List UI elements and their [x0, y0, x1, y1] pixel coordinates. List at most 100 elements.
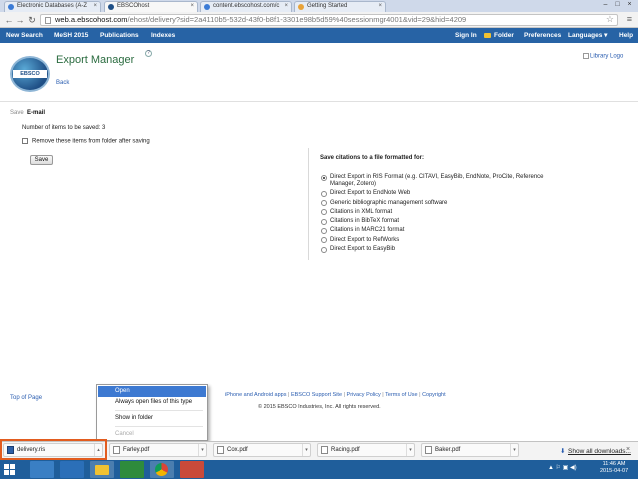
- format-option-label: Direct Export to EasyBib: [330, 246, 396, 253]
- url-host: web.a.ebscohost.com: [55, 15, 128, 24]
- nav-new-search[interactable]: New Search: [6, 28, 43, 43]
- windows-taskbar: [0, 460, 638, 479]
- remove-items-checkbox[interactable]: [22, 138, 28, 144]
- nav-publications[interactable]: Publications: [100, 28, 139, 43]
- format-option-label: Direct Export to RefWorks: [330, 236, 400, 243]
- tab-label: EBSCOhost: [117, 3, 150, 9]
- chevron-down-icon[interactable]: ▾: [198, 444, 206, 456]
- format-option-endnote-web[interactable]: Direct Export to EndNote Web: [320, 190, 555, 197]
- format-radio[interactable]: [321, 227, 327, 234]
- file-icon: [321, 446, 328, 454]
- menu-item-always-open[interactable]: Always open files of this type: [98, 397, 206, 408]
- format-option-label: Generic bibliographic management softwar…: [330, 199, 448, 206]
- close-tab-icon[interactable]: ×: [93, 2, 97, 11]
- format-option-label: Citations in BibTeX format: [330, 218, 400, 225]
- remove-items-option[interactable]: Remove these items from folder after sav…: [22, 138, 150, 145]
- excel-taskbar-icon[interactable]: [120, 461, 144, 478]
- nav-mesh-2015[interactable]: MeSH 2015: [54, 28, 88, 43]
- close-tab-icon[interactable]: ×: [284, 2, 288, 11]
- format-radio[interactable]: [321, 218, 327, 225]
- show-all-downloads-link[interactable]: ⬇ Show all downloads...: [560, 447, 631, 455]
- menu-separator: [115, 426, 203, 427]
- browser-menu-icon[interactable]: ≡: [627, 14, 632, 24]
- chevron-down-icon[interactable]: ▾: [302, 444, 310, 456]
- address-bar[interactable]: web.a.ebscohost.com/ehost/delivery?sid=2…: [40, 14, 618, 26]
- chevron-down-icon[interactable]: ▾: [406, 444, 414, 456]
- chevron-down-icon: ▾: [604, 32, 608, 39]
- close-tab-icon[interactable]: ×: [378, 2, 382, 11]
- tab-label: content.ebscohost.com/c: [213, 3, 280, 9]
- download-filename: Racing.pdf: [331, 447, 360, 453]
- preferences-link[interactable]: Preferences: [524, 28, 561, 43]
- items-count-text: Number of items to be saved: 3: [22, 125, 106, 131]
- sign-in-link[interactable]: Sign In: [455, 28, 477, 43]
- chevron-down-icon[interactable]: ▾: [510, 444, 518, 456]
- forward-arrow-icon[interactable]: →: [14, 14, 26, 26]
- tab-save[interactable]: Save: [10, 110, 24, 116]
- browser-tab-ebscohost[interactable]: EBSCOhost ×: [104, 1, 198, 12]
- format-radio[interactable]: [321, 246, 327, 253]
- footer-link-copyright[interactable]: Copyright: [422, 392, 446, 398]
- top-of-page-link[interactable]: Top of Page: [10, 395, 42, 401]
- download-item-baker[interactable]: Baker.pdf ▾: [421, 443, 519, 457]
- bookmark-star-icon[interactable]: ☆: [606, 14, 614, 25]
- reload-icon[interactable]: ↻: [26, 14, 38, 26]
- save-button[interactable]: Save: [30, 155, 53, 165]
- folder-taskbar-icon[interactable]: [90, 461, 114, 478]
- format-radio[interactable]: [321, 237, 327, 244]
- format-radio[interactable]: [321, 200, 327, 207]
- browser-tab-strip: Electronic Databases (A-Z × EBSCOhost × …: [0, 0, 638, 12]
- panel-divider: [308, 148, 309, 260]
- app-taskbar-icon[interactable]: [180, 461, 204, 478]
- file-explorer-taskbar-icon[interactable]: [30, 461, 54, 478]
- footer-link-support[interactable]: EBSCO Support Site: [291, 392, 342, 398]
- folder-link[interactable]: Folder: [484, 28, 514, 43]
- browser-tab-getting-started[interactable]: Getting Started ×: [294, 1, 386, 12]
- format-radio[interactable]: [321, 174, 327, 181]
- format-option-easybib[interactable]: Direct Export to EasyBib: [320, 246, 555, 253]
- web-page-icon: [204, 4, 210, 10]
- close-window-icon[interactable]: ×: [624, 0, 635, 9]
- format-radio[interactable]: [321, 190, 327, 197]
- format-option-marc21[interactable]: Citations in MARC21 format: [320, 227, 555, 234]
- format-option-ris[interactable]: Direct Export in RIS Format (e.g. CITAVI…: [320, 174, 555, 188]
- maximize-window-icon[interactable]: □: [612, 0, 623, 9]
- file-icon: [217, 446, 224, 454]
- minimize-window-icon[interactable]: –: [600, 0, 611, 9]
- format-option-label: Citations in MARC21 format: [330, 227, 405, 234]
- nav-indexes[interactable]: Indexes: [151, 28, 175, 43]
- format-option-generic[interactable]: Generic bibliographic management softwar…: [320, 200, 555, 207]
- windows-start-icon[interactable]: [4, 464, 16, 475]
- help-link[interactable]: Help: [619, 28, 633, 43]
- browser-tab-electronic-databases[interactable]: Electronic Databases (A-Z ×: [4, 1, 101, 12]
- footer-link-apps[interactable]: iPhone and Android apps: [225, 392, 286, 398]
- close-tab-icon[interactable]: ×: [190, 2, 194, 11]
- ie-taskbar-icon[interactable]: [60, 461, 84, 478]
- tab-email[interactable]: E-mail: [27, 110, 45, 116]
- download-item-farley[interactable]: Farley.pdf ▾: [109, 443, 207, 457]
- format-option-xml[interactable]: Citations in XML format: [320, 209, 555, 216]
- folder-icon: [484, 32, 491, 38]
- header-divider: [0, 101, 638, 102]
- help-icon[interactable]: ?: [145, 50, 152, 57]
- menu-item-open[interactable]: Open: [98, 386, 206, 397]
- chrome-taskbar-icon[interactable]: [150, 461, 174, 478]
- format-option-refworks[interactable]: Direct Export to RefWorks: [320, 237, 555, 244]
- footer-link-privacy[interactable]: Privacy Policy: [347, 392, 381, 398]
- footer-link-terms[interactable]: Terms of Use: [385, 392, 417, 398]
- system-tray-icons[interactable]: ▲ ⚐ ▣ ◀): [548, 464, 577, 471]
- languages-menu[interactable]: Languages ▾: [568, 28, 607, 43]
- browser-tab-content-ebscohost[interactable]: content.ebscohost.com/c ×: [200, 1, 292, 12]
- menu-item-cancel: Cancel: [115, 431, 134, 437]
- taskbar-clock[interactable]: 11:46 AM 2015-04-07: [600, 461, 628, 475]
- close-shelf-icon[interactable]: ×: [626, 446, 630, 453]
- download-item-racing[interactable]: Racing.pdf ▾: [317, 443, 415, 457]
- menu-item-show-in-folder[interactable]: Show in folder: [98, 413, 206, 424]
- back-link[interactable]: Back: [56, 80, 69, 86]
- file-icon: [113, 446, 120, 454]
- format-radio[interactable]: [321, 209, 327, 216]
- format-option-label: Direct Export to EndNote Web: [330, 190, 411, 197]
- download-item-cox[interactable]: Cox.pdf ▾: [213, 443, 311, 457]
- page-info-icon: [45, 17, 51, 24]
- format-option-bibtex[interactable]: Citations in BibTeX format: [320, 218, 555, 225]
